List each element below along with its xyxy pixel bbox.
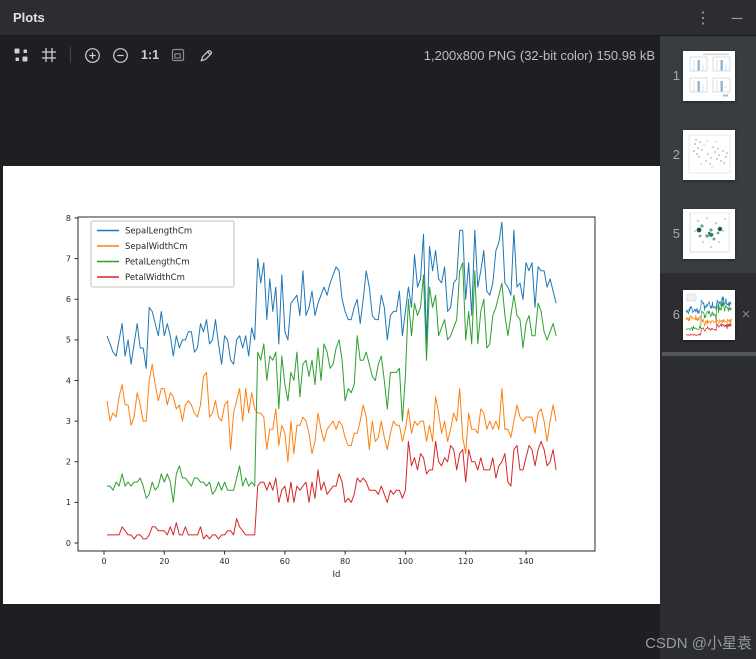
thumbnail-number: 2: [672, 147, 680, 162]
color-picker-button[interactable]: [193, 42, 219, 68]
thumbnail-image-histograms[interactable]: [683, 50, 735, 101]
thumbnail-row-1[interactable]: 1: [660, 36, 756, 115]
svg-text:100: 100: [398, 557, 413, 566]
svg-text:4: 4: [66, 376, 71, 385]
thumbnail-number: 6: [672, 307, 680, 322]
header-actions: ⋮ ─: [690, 0, 750, 36]
zoom-in-icon: [84, 47, 100, 63]
svg-text:140: 140: [518, 557, 533, 566]
thumbnail-image-green-scatter[interactable]: [683, 208, 735, 259]
svg-text:SepalWidthCm: SepalWidthCm: [125, 242, 188, 252]
watermark-text: CSDN @小星袁: [645, 635, 752, 652]
plot-image[interactable]: 0 20 40 60 80 100 120 140 Id 0 1 2 3 4 5 6 7 8 SepalLength…: [3, 166, 660, 604]
actual-size-button[interactable]: 1:1: [135, 48, 165, 62]
minimize-icon[interactable]: ─: [724, 5, 750, 31]
svg-text:SepalLengthCm: SepalLengthCm: [125, 227, 192, 237]
thumbnail-list: 1 2 5 6 ✕: [660, 36, 756, 356]
thumbnail-scrollbar[interactable]: [662, 352, 756, 356]
svg-text:1: 1: [66, 498, 71, 507]
svg-text:0: 0: [66, 539, 71, 548]
svg-text:3: 3: [66, 417, 71, 426]
arrange-icon: [14, 48, 28, 62]
plots-tool-window: Plots ⋮ ─ 1:1 1,200x800 PNG (32-bit colo…: [0, 0, 756, 659]
svg-text:120: 120: [458, 557, 473, 566]
eyedropper-icon: [200, 49, 212, 61]
svg-text:7: 7: [66, 254, 71, 263]
more-options-icon[interactable]: ⋮: [690, 5, 716, 31]
close-plot-icon[interactable]: ✕: [738, 307, 754, 323]
grid-frame-icon: [41, 47, 57, 63]
thumbnail-row-2[interactable]: 2: [660, 115, 756, 194]
svg-text:0: 0: [101, 557, 106, 566]
svg-text:40: 40: [219, 557, 229, 566]
svg-text:Id: Id: [333, 570, 341, 580]
fit-to-window-button[interactable]: [165, 42, 191, 68]
thumbnail-image-line-plot[interactable]: [683, 289, 735, 340]
svg-text:PetalWidthCm: PetalWidthCm: [125, 273, 185, 283]
thumbnail-row-6[interactable]: 6 ✕: [660, 273, 756, 356]
thumbnail-number: 5: [672, 226, 680, 241]
svg-text:20: 20: [159, 557, 169, 566]
svg-text:80: 80: [340, 557, 350, 566]
zoom-in-button[interactable]: [79, 42, 105, 68]
svg-text:5: 5: [66, 336, 71, 345]
thumbnail-sidebar: 1 2 5 6 ✕: [660, 36, 756, 659]
page-title: Plots: [13, 10, 45, 25]
thumbnail-number: 1: [672, 68, 680, 83]
svg-text:PetalLengthCm: PetalLengthCm: [125, 258, 190, 268]
svg-text:2: 2: [66, 458, 71, 467]
show-grid-button[interactable]: [36, 42, 62, 68]
tool-window-header: Plots ⋮ ─: [0, 0, 756, 36]
svg-text:60: 60: [280, 557, 290, 566]
svg-text:8: 8: [66, 214, 71, 223]
thumbnail-image-scatter[interactable]: [683, 129, 735, 180]
toolbar-separator: [70, 47, 71, 63]
iris-line-chart: 0 20 40 60 80 100 120 140 Id 0 1 2 3 4 5 6 7 8 SepalLength…: [66, 214, 596, 580]
thumbnail-row-5[interactable]: 5: [660, 194, 756, 273]
zoom-out-button[interactable]: [107, 42, 133, 68]
zoom-out-icon: [112, 47, 128, 63]
svg-text:6: 6: [66, 295, 71, 304]
fit-to-window-icon: [171, 48, 185, 62]
image-info-text: 1,200x800 PNG (32-bit color) 150.98 kB: [423, 47, 655, 63]
plots-toolbar: 1:1 1,200x800 PNG (32-bit color) 150.98 …: [0, 36, 660, 74]
arrange-thumbnails-button[interactable]: [8, 42, 34, 68]
